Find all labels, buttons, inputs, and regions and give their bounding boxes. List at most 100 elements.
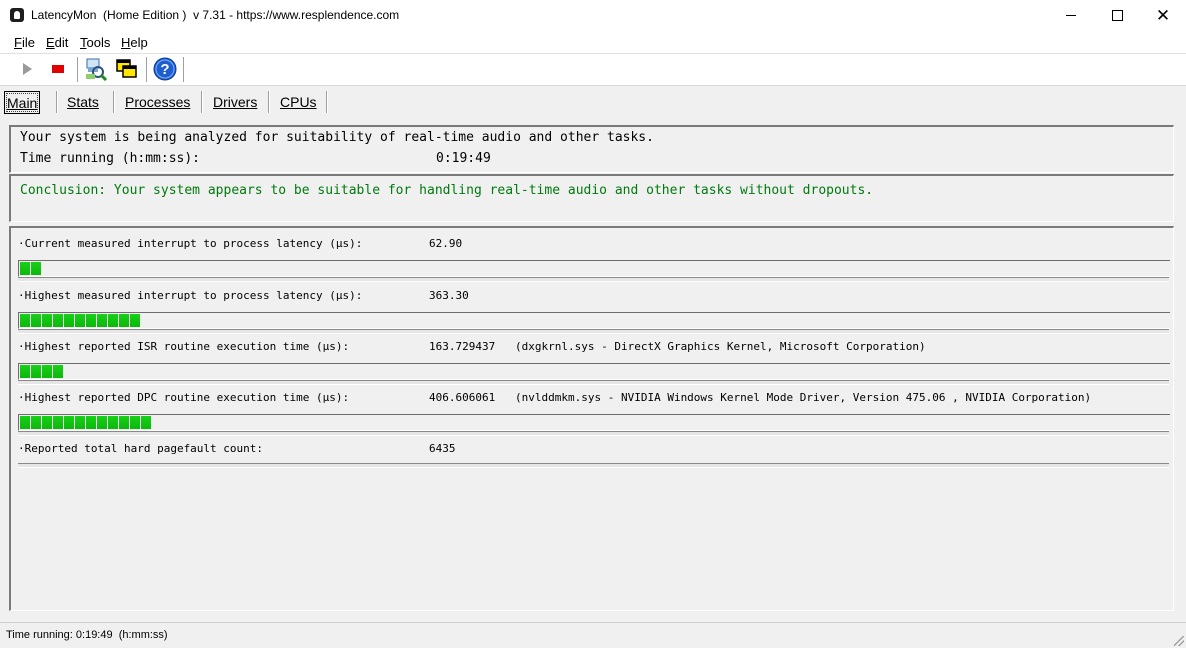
play-icon xyxy=(23,63,32,75)
meter-segment xyxy=(31,416,41,429)
metric-value: 363.30 xyxy=(429,289,469,302)
meter-segment xyxy=(42,365,52,378)
metric-value: 62.90 xyxy=(429,237,463,250)
menu-bar: File Edit Tools Help xyxy=(0,32,1186,54)
meter-segment xyxy=(53,314,63,327)
menu-help[interactable]: Help xyxy=(121,35,148,50)
metrics-panel: ·Current measured interrupt to process l… xyxy=(9,226,1174,611)
meter-segment xyxy=(64,314,74,327)
meter-segment xyxy=(31,262,41,275)
tab-processes[interactable]: Processes xyxy=(123,91,192,112)
meter-segment xyxy=(42,314,52,327)
windows-button[interactable] xyxy=(115,57,139,81)
metric-divider xyxy=(18,431,1169,436)
resize-grip-icon[interactable] xyxy=(1174,636,1184,646)
menu-tools-label: ools xyxy=(86,35,111,50)
meter-segment xyxy=(97,416,107,429)
meter-segment xyxy=(130,416,140,429)
metric-divider xyxy=(18,277,1169,282)
window-title: LatencyMon (Home Edition ) v 7.31 - http… xyxy=(31,8,400,22)
meter-segment xyxy=(53,416,63,429)
tab-stats[interactable]: Stats xyxy=(65,91,101,112)
toolbar: ? xyxy=(0,54,1186,86)
tab-separator xyxy=(326,91,328,113)
metric-label: ·Highest reported ISR routine execution … xyxy=(18,340,350,353)
menu-help-accel: H xyxy=(121,35,131,50)
analysis-message: Your system is being analyzed for suitab… xyxy=(20,130,654,145)
metric-value: 406.606061 xyxy=(429,391,496,404)
tab-drivers[interactable]: Drivers xyxy=(211,91,259,112)
conclusion-panel: Conclusion: Your system appears to be su… xyxy=(9,174,1174,222)
meter-segment xyxy=(20,416,30,429)
meter-segment xyxy=(75,314,85,327)
tab-main-label: Main xyxy=(7,94,38,111)
menu-file[interactable]: File xyxy=(14,35,35,50)
tab-separator xyxy=(201,91,203,113)
meter-segment xyxy=(75,416,85,429)
meter-fill xyxy=(20,416,151,429)
tab-main[interactable]: Main xyxy=(4,91,41,114)
meter-segment xyxy=(64,416,74,429)
menu-help-label: elp xyxy=(130,35,148,50)
tab-cpus[interactable]: CPUs xyxy=(278,91,319,112)
meter-segment xyxy=(119,416,129,429)
meter-segment xyxy=(20,314,30,327)
tab-cpus-label: CPUs xyxy=(280,93,317,110)
conclusion-text: Conclusion: Your system appears to be su… xyxy=(20,183,874,198)
meter-fill xyxy=(20,314,140,327)
meter-segment xyxy=(31,365,41,378)
tab-bar: Main Stats Processes Drivers CPUs xyxy=(0,86,1186,116)
tab-separator xyxy=(113,91,115,113)
close-icon: ✕ xyxy=(1155,5,1171,25)
help-button[interactable]: ? xyxy=(153,57,177,81)
menu-file-accel: F xyxy=(14,35,22,50)
toolbar-separator xyxy=(146,57,148,82)
menu-edit[interactable]: Edit xyxy=(46,35,68,50)
latency-meter xyxy=(18,260,1170,277)
metric-divider xyxy=(18,463,1169,468)
status-text: Time running: 0:19:49 (h:mm:ss) xyxy=(6,629,168,641)
stop-button[interactable] xyxy=(46,57,70,81)
latency-meter xyxy=(18,414,1170,431)
metric-label: ·Highest reported DPC routine execution … xyxy=(18,391,350,404)
meter-segment xyxy=(86,314,96,327)
status-bar: Time running: 0:19:49 (h:mm:ss) xyxy=(0,622,1186,648)
metric-divider xyxy=(18,380,1169,385)
meter-segment xyxy=(20,365,30,378)
tab-separator xyxy=(268,91,270,113)
app-icon xyxy=(10,8,24,22)
start-button[interactable] xyxy=(15,57,39,81)
menu-file-label: ile xyxy=(21,35,35,50)
maximize-button[interactable] xyxy=(1094,0,1140,31)
time-running-label: Time running (h:mm:ss): xyxy=(20,151,201,166)
analyze-button[interactable] xyxy=(84,57,108,81)
metric-value: 163.729437 xyxy=(429,340,496,353)
help-icon: ? xyxy=(153,57,177,81)
minimize-button[interactable] xyxy=(1048,0,1094,31)
toolbar-separator xyxy=(77,57,79,82)
meter-segment xyxy=(108,314,118,327)
meter-segment xyxy=(86,416,96,429)
tab-drivers-label: Drivers xyxy=(213,93,258,110)
meter-segment xyxy=(141,416,151,429)
time-running-value: 0:19:49 xyxy=(436,151,491,166)
meter-fill xyxy=(20,365,63,378)
metric-label: ·Current measured interrupt to process l… xyxy=(18,237,363,250)
metric-divider xyxy=(18,329,1169,334)
meter-segment xyxy=(97,314,107,327)
tab-separator xyxy=(56,91,58,113)
menu-edit-label: dit xyxy=(54,35,69,50)
analyze-icon xyxy=(86,58,108,81)
meter-segment xyxy=(130,314,140,327)
maximize-icon xyxy=(1111,10,1123,21)
latency-meter xyxy=(18,363,1170,380)
metric-value: 6435 xyxy=(429,442,456,455)
menu-tools[interactable]: Tools xyxy=(80,35,110,50)
metric-label: ·Highest measured interrupt to process l… xyxy=(18,289,363,302)
metric-detail: (nvlddmkm.sys - NVIDIA Windows Kernel Mo… xyxy=(515,391,1092,404)
close-button[interactable]: ✕ xyxy=(1140,0,1186,31)
meter-segment xyxy=(119,314,129,327)
meter-segment xyxy=(42,416,52,429)
metric-detail: (dxgkrnl.sys - DirectX Graphics Kernel, … xyxy=(515,340,926,353)
title-bar: LatencyMon (Home Edition ) v 7.31 - http… xyxy=(0,0,1186,32)
